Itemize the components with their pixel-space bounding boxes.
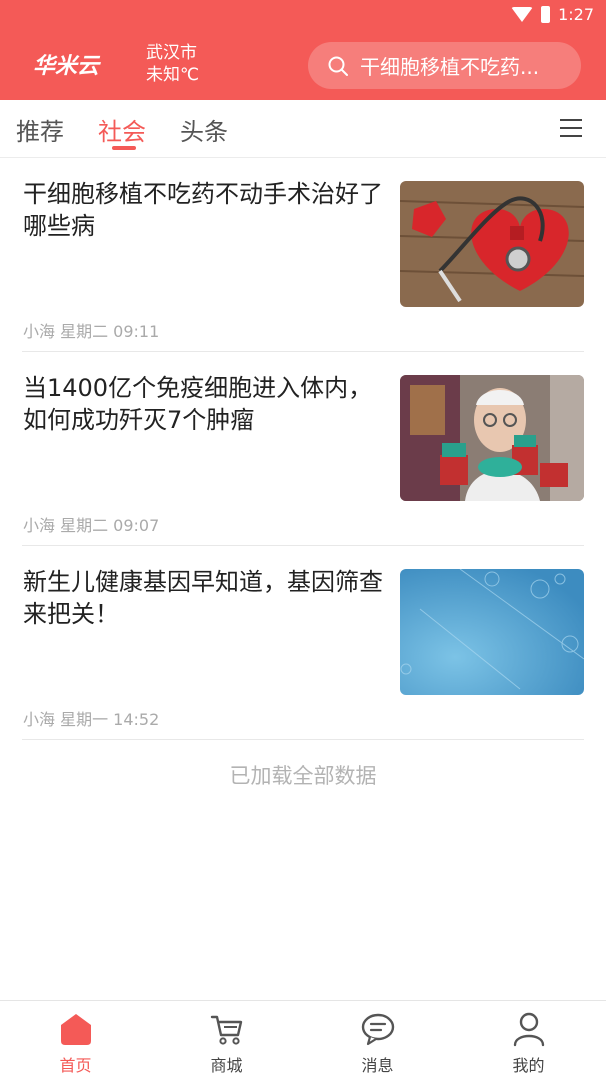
nav-profile[interactable]: 我的: [453, 1001, 604, 1080]
tab-recommend[interactable]: 推荐: [16, 112, 64, 147]
city-name: 武汉市: [146, 43, 197, 63]
nav-label: 消息: [361, 1056, 394, 1075]
search-bar[interactable]: 干细胞移植不吃药...: [308, 42, 581, 89]
scientist-lab-image: [400, 375, 584, 501]
news-meta: 小海 星期一 14:52: [23, 710, 160, 729]
battery-icon: [541, 6, 551, 23]
nav-mall[interactable]: 商城: [151, 1001, 302, 1080]
active-tab-indicator: [112, 146, 136, 150]
news-title: 干细胞移植不吃药不动手术治好了哪些病: [23, 180, 383, 240]
news-meta: 小海 星期二 09:11: [23, 322, 160, 341]
bottom-nav: 首页 商城 消息 我的: [0, 1000, 606, 1080]
user-icon: [513, 1012, 545, 1047]
home-icon: [61, 1014, 91, 1045]
nav-home[interactable]: 首页: [0, 1001, 151, 1080]
blue-virus-image: [400, 569, 584, 695]
search-icon: [328, 56, 348, 76]
status-bar: 1:27: [0, 0, 606, 34]
wifi-icon: [511, 7, 534, 22]
svg-text:华米云: 华米云: [33, 53, 101, 78]
app-header: 1:27 华米云 武汉市 未知℃ 干细胞移植不吃药...: [0, 0, 606, 100]
status-icons: 1:27: [511, 5, 594, 24]
heart-puzzle-stethoscope-image: [400, 181, 584, 307]
tab-headlines[interactable]: 头条: [180, 112, 228, 147]
cart-icon: [210, 1015, 243, 1045]
news-item[interactable]: 新生儿健康基因早知道，基因筛查来把关！ 小海 星期一 14:52: [22, 546, 584, 740]
status-time: 1:27: [558, 5, 594, 24]
weather-temp: 未知℃: [146, 65, 200, 85]
news-item[interactable]: 当1400亿个免疫细胞进入体内，如何成功歼灭7个肿瘤 小海 星期二 09:07: [22, 352, 584, 546]
news-meta: 小海 星期二 09:07: [23, 516, 160, 535]
news-item[interactable]: 干细胞移植不吃药不动手术治好了哪些病 小海 星期二 09:11: [22, 158, 584, 352]
message-icon: [361, 1013, 395, 1046]
category-tabs: 推荐 社会 头条: [0, 100, 606, 158]
nav-messages[interactable]: 消息: [302, 1001, 453, 1080]
menu-icon[interactable]: [560, 119, 582, 137]
nav-label: 我的: [512, 1056, 545, 1075]
location-weather[interactable]: 武汉市 未知℃: [146, 42, 199, 86]
search-placeholder: 干细胞移植不吃药...: [360, 55, 540, 79]
tab-society[interactable]: 社会: [98, 112, 146, 147]
nav-label: 首页: [59, 1056, 92, 1075]
news-title: 当1400亿个免疫细胞进入体内，如何成功歼灭7个肿瘤: [23, 374, 373, 434]
nav-label: 商城: [210, 1056, 243, 1075]
news-title: 新生儿健康基因早知道，基因筛查来把关！: [23, 568, 383, 628]
all-loaded-text: 已加载全部数据: [229, 764, 377, 788]
huami-logo: 华米云: [33, 53, 101, 78]
